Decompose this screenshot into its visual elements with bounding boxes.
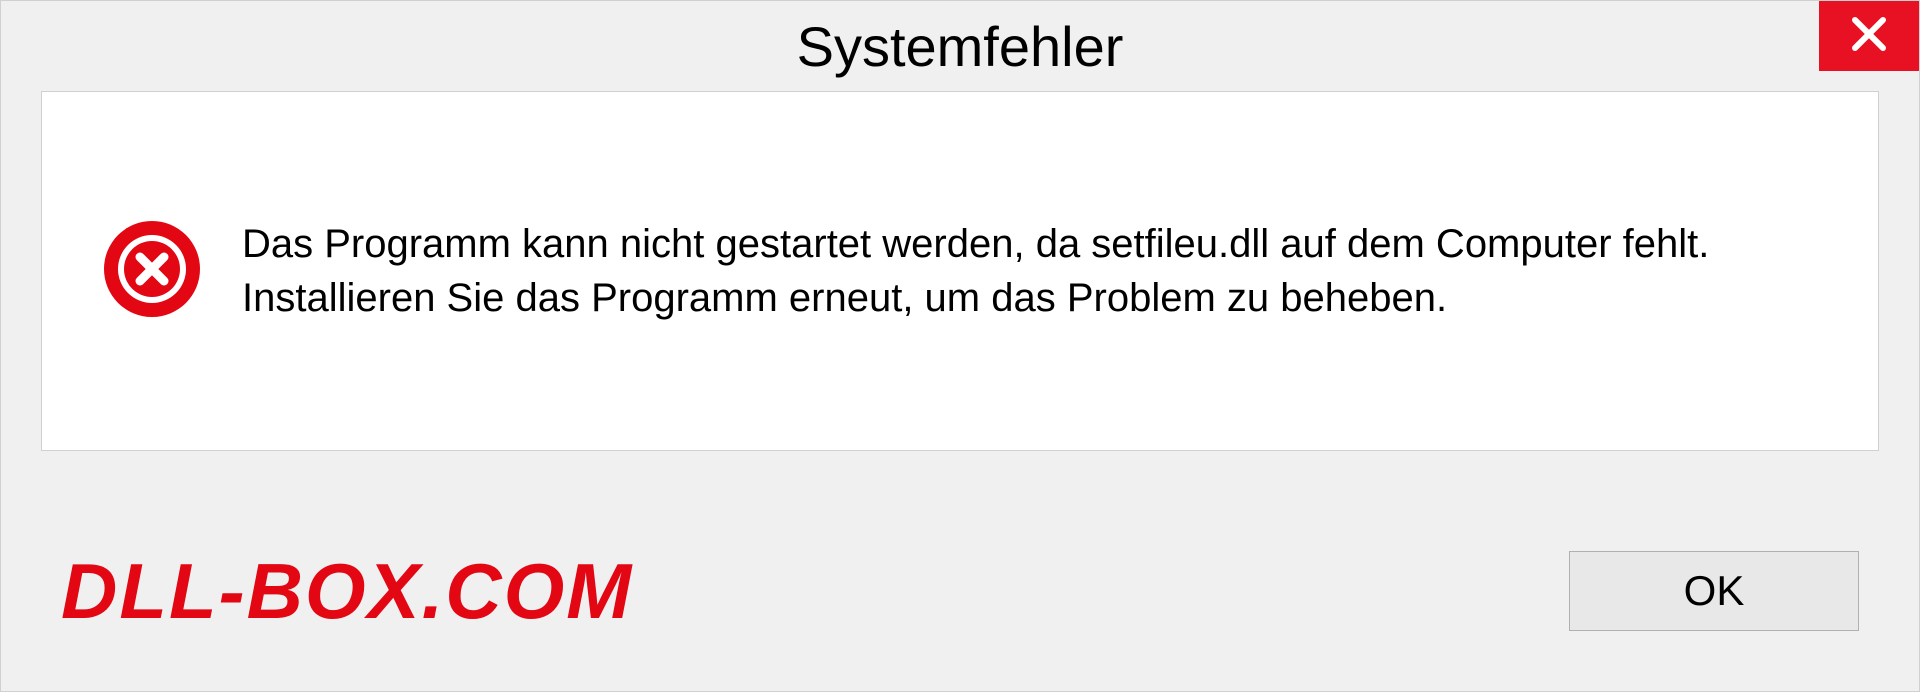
close-icon — [1849, 14, 1889, 59]
dialog-footer: DLL-BOX.COM OK — [1, 491, 1919, 691]
error-icon — [102, 219, 202, 324]
dialog-title: Systemfehler — [797, 14, 1124, 79]
error-message: Das Programm kann nicht gestartet werden… — [242, 217, 1818, 325]
ok-button[interactable]: OK — [1569, 551, 1859, 631]
ok-button-label: OK — [1684, 567, 1745, 615]
close-button[interactable] — [1819, 1, 1919, 71]
title-bar: Systemfehler — [1, 1, 1919, 91]
dialog-content: Das Programm kann nicht gestartet werden… — [41, 91, 1879, 451]
watermark-text: DLL-BOX.COM — [61, 546, 633, 637]
error-dialog: Systemfehler Das Programm kann nicht ges… — [0, 0, 1920, 692]
